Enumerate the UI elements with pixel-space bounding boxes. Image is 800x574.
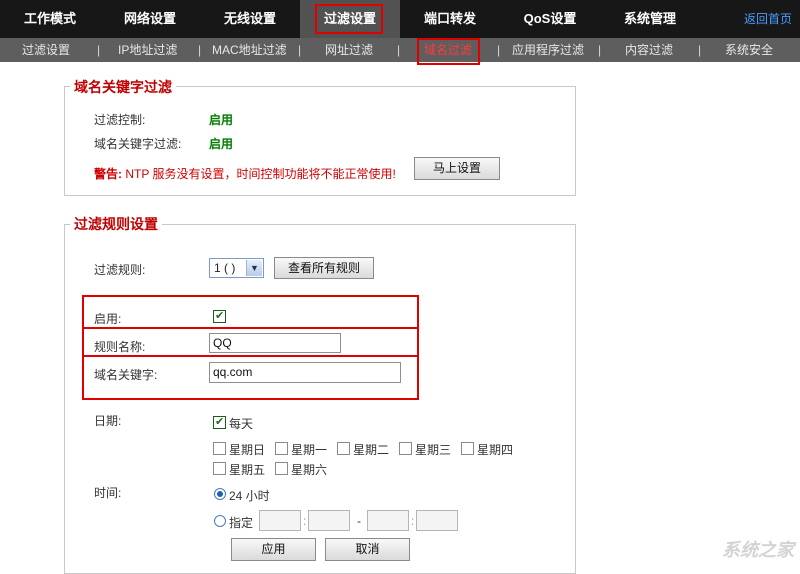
time-dash: -	[357, 514, 361, 528]
warning-prefix: 警告:	[94, 167, 122, 181]
subnav-domain-filter[interactable]: 域名过滤	[424, 38, 472, 62]
subnav-separator: |	[198, 43, 202, 57]
rule-select-value: 1 ( )	[214, 261, 236, 275]
time-24h-radio[interactable]	[214, 488, 226, 500]
subnav-mac-filter[interactable]: MAC地址过滤	[212, 38, 287, 62]
tab-network-settings[interactable]: 网络设置	[100, 0, 200, 38]
keyword-filter-value: 启用	[209, 137, 234, 151]
end-minute-input[interactable]	[416, 510, 458, 531]
friday-label: 星期五	[229, 463, 266, 477]
time-24h-label: 24 小时	[229, 489, 270, 503]
subnav-separator: |	[497, 43, 501, 57]
filter-control-value: 启用	[209, 113, 234, 127]
sub-nav: 过滤设置 | IP地址过滤 | MAC地址过滤 | 网址过滤 | 域名过滤 | …	[0, 38, 800, 62]
time-label: 时间:	[94, 486, 122, 500]
date-label: 日期:	[94, 414, 122, 428]
subnav-separator: |	[598, 43, 602, 57]
back-home-link[interactable]: 返回首页	[744, 0, 792, 38]
tab-qos-settings[interactable]: QoS设置	[500, 0, 600, 38]
enable-label: 启用:	[94, 312, 122, 326]
subnav-filter-settings[interactable]: 过滤设置	[22, 38, 70, 62]
start-minute-input[interactable]	[308, 510, 350, 531]
sunday-label: 星期日	[229, 443, 266, 457]
time-colon: :	[411, 514, 415, 528]
tab-filter-settings[interactable]: 过滤设置	[300, 0, 400, 38]
rule-label: 过滤规则:	[94, 263, 146, 277]
rule-name-input[interactable]: QQ	[209, 333, 341, 353]
filter-control-label: 过滤控制:	[94, 113, 146, 127]
subnav-app-filter[interactable]: 应用程序过滤	[512, 38, 584, 62]
monday-label: 星期一	[291, 443, 328, 457]
monday-checkbox[interactable]	[275, 442, 288, 455]
top-nav: 工作模式 网络设置 无线设置 过滤设置 端口转发 QoS设置 系统管理 返回首页	[0, 0, 800, 38]
domain-keyword-label: 域名关键字:	[94, 368, 158, 382]
time-colon: :	[303, 514, 307, 528]
saturday-checkbox[interactable]	[275, 462, 288, 475]
apply-button[interactable]: 应用	[231, 538, 316, 561]
end-hour-input[interactable]	[367, 510, 409, 531]
tab-wireless-settings[interactable]: 无线设置	[200, 0, 300, 38]
subnav-separator: |	[298, 43, 302, 57]
wednesday-checkbox[interactable]	[399, 442, 412, 455]
keyword-filter-legend: 域名关键字过滤	[70, 77, 176, 97]
domain-keyword-input[interactable]: qq.com	[209, 362, 401, 383]
saturday-label: 星期六	[291, 463, 328, 477]
subnav-separator: |	[698, 43, 702, 57]
warning-text: NTP 服务没有设置，时间控制功能将不能正常使用!	[122, 167, 396, 181]
chevron-down-icon[interactable]: ▼	[246, 260, 262, 276]
set-now-button[interactable]: 马上设置	[414, 157, 500, 180]
rule-settings-legend: 过滤规则设置	[70, 214, 162, 234]
time-specified-radio[interactable]	[214, 515, 226, 527]
time-specified-label: 指定	[229, 516, 254, 530]
rule-name-label: 规则名称:	[94, 340, 146, 354]
tab-system-management[interactable]: 系统管理	[600, 0, 700, 38]
subnav-separator: |	[97, 43, 101, 57]
everyday-checkbox[interactable]	[213, 415, 226, 429]
tab-port-forwarding[interactable]: 端口转发	[400, 0, 500, 38]
view-all-rules-button[interactable]: 查看所有规则	[274, 257, 374, 279]
enable-checkbox[interactable]	[213, 309, 226, 323]
start-hour-input[interactable]	[259, 510, 301, 531]
subnav-url-filter[interactable]: 网址过滤	[325, 38, 373, 62]
subnav-ip-filter[interactable]: IP地址过滤	[118, 38, 177, 62]
thursday-checkbox[interactable]	[461, 442, 474, 455]
friday-checkbox[interactable]	[213, 462, 226, 475]
ntp-warning: 警告: NTP 服务没有设置，时间控制功能将不能正常使用!	[94, 165, 396, 182]
watermark-logo: 系统之家	[722, 540, 794, 560]
tuesday-checkbox[interactable]	[337, 442, 350, 455]
keyword-filter-label: 域名关键字过滤:	[94, 137, 182, 151]
thursday-label: 星期四	[477, 443, 514, 457]
wednesday-label: 星期三	[415, 443, 452, 457]
tab-work-mode[interactable]: 工作模式	[0, 0, 100, 38]
everyday-label: 每天	[229, 417, 254, 431]
sunday-checkbox[interactable]	[213, 442, 226, 455]
rule-select[interactable]: 1 ( ) ▼	[209, 258, 264, 278]
tuesday-label: 星期二	[353, 443, 390, 457]
subnav-separator: |	[397, 43, 401, 57]
subnav-system-security[interactable]: 系统安全	[725, 38, 773, 62]
subnav-content-filter[interactable]: 内容过滤	[625, 38, 673, 62]
cancel-button[interactable]: 取消	[325, 538, 410, 561]
